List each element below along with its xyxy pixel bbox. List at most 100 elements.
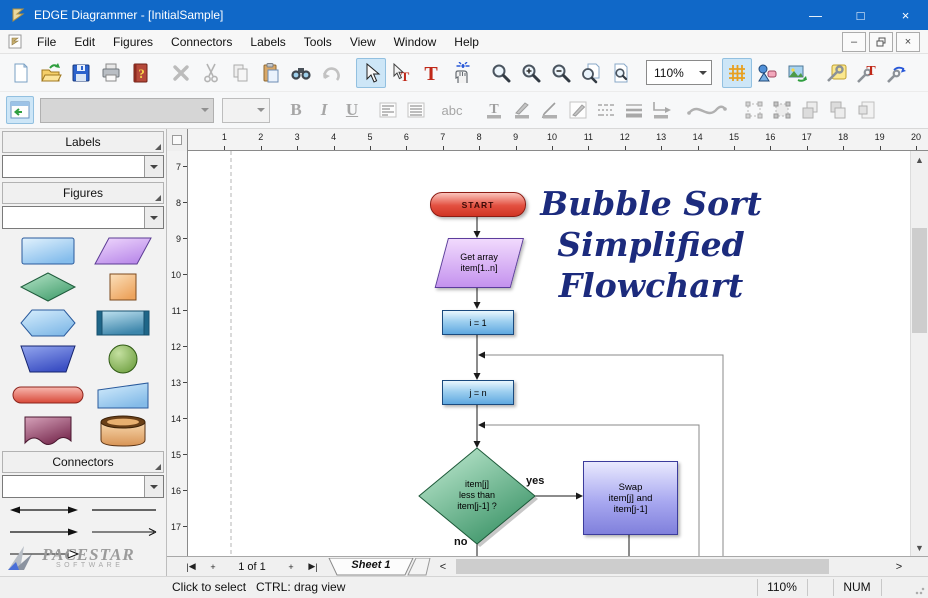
- shape-diamond[interactable]: [10, 271, 85, 303]
- menu-file[interactable]: File: [28, 31, 65, 53]
- select-text-tool-icon[interactable]: T: [386, 58, 416, 88]
- shape-document[interactable]: [10, 415, 85, 447]
- mdi-minimize-button[interactable]: –: [842, 32, 866, 52]
- text-tool-icon[interactable]: T: [416, 58, 446, 88]
- resize-grip[interactable]: [915, 585, 925, 595]
- init-i-node[interactable]: i = 1: [442, 310, 514, 335]
- ruler-left-number: 15: [167, 450, 181, 460]
- zoom-in-icon[interactable]: [516, 58, 546, 88]
- ruler-tick: [370, 146, 371, 150]
- close-button[interactable]: ×: [883, 0, 928, 30]
- zoom-out-icon[interactable]: [546, 58, 576, 88]
- labels-section-header[interactable]: Labels: [2, 131, 164, 153]
- save-icon[interactable]: [66, 58, 96, 88]
- connectors-section-header[interactable]: Connectors: [2, 451, 164, 473]
- shape-square[interactable]: [85, 271, 160, 303]
- scroll-up-icon[interactable]: ▲: [911, 151, 928, 168]
- text-style-icon[interactable]: T: [852, 58, 882, 88]
- maximize-button[interactable]: □: [838, 0, 883, 30]
- help-icon[interactable]: ?: [126, 58, 156, 88]
- menu-window[interactable]: Window: [385, 31, 446, 53]
- shape-terminator[interactable]: [10, 379, 85, 411]
- labels-combo[interactable]: [2, 155, 164, 178]
- main-area: Labels Figures: [0, 129, 928, 576]
- menu-connectors[interactable]: Connectors: [162, 31, 241, 53]
- scroll-down-icon[interactable]: ▼: [911, 539, 928, 556]
- zoom-tool-icon[interactable]: [486, 58, 516, 88]
- figures-section-header[interactable]: Figures: [2, 182, 164, 204]
- menu-labels[interactable]: Labels: [241, 31, 294, 53]
- first-page-button[interactable]: |◀: [180, 559, 202, 574]
- shape-rectangle[interactable]: [10, 235, 85, 267]
- shape-cylinder[interactable]: [85, 415, 160, 447]
- connect-tool-icon[interactable]: [446, 58, 476, 88]
- print-icon[interactable]: [96, 58, 126, 88]
- shape-trapezoid[interactable]: [10, 343, 85, 375]
- init-j-node[interactable]: j = n: [442, 380, 514, 405]
- status-numlock: NUM: [833, 580, 881, 594]
- shape-hexagon[interactable]: [10, 307, 85, 339]
- drawing-canvas[interactable]: Bubble Sort Simplified Flowchart START G…: [188, 151, 910, 556]
- hscroll-right-button[interactable]: >: [888, 559, 910, 574]
- chevron-down-icon[interactable]: [695, 71, 711, 75]
- find-icon[interactable]: [286, 58, 316, 88]
- sheet-tab[interactable]: Sheet 1: [328, 558, 432, 576]
- shape-predefined-process[interactable]: [85, 307, 160, 339]
- menu-tools[interactable]: Tools: [295, 31, 341, 53]
- connector-thin-arrow[interactable]: [92, 529, 156, 536]
- minimize-button[interactable]: —: [793, 0, 838, 30]
- horizontal-scroll-thumb[interactable]: [456, 559, 829, 574]
- get-array-node[interactable]: Get array item[1..n]: [435, 238, 524, 288]
- chevron-down-icon[interactable]: [144, 156, 163, 177]
- prev-page-button[interactable]: +: [202, 559, 224, 574]
- chevron-down-icon[interactable]: [144, 207, 163, 228]
- horizontal-scrollbar[interactable]: [454, 558, 888, 575]
- new-file-icon[interactable]: [6, 58, 36, 88]
- next-page-button[interactable]: +: [280, 559, 302, 574]
- logo-subtitle: SOFTWARE: [56, 562, 123, 569]
- document-icon[interactable]: [8, 34, 22, 49]
- ruler-left-number: 11: [167, 306, 181, 316]
- shape-parallelogram[interactable]: [85, 235, 160, 267]
- ruler-tick: [916, 146, 917, 150]
- ruler-left-number: 9: [167, 234, 181, 244]
- select-tool-icon[interactable]: [356, 58, 386, 88]
- swap-node[interactable]: Swap item[j] and item[j-1]: [583, 461, 678, 535]
- vertical-scroll-thumb[interactable]: [912, 228, 927, 333]
- shape-circle[interactable]: [85, 343, 160, 375]
- connectors-combo[interactable]: [2, 475, 164, 498]
- menu-figures[interactable]: Figures: [104, 31, 162, 53]
- shape-manual-input[interactable]: [85, 379, 160, 411]
- hscroll-left-button[interactable]: <: [432, 559, 454, 574]
- ruler-tick: [661, 146, 662, 150]
- zoom-sheet-icon[interactable]: [606, 58, 636, 88]
- ruler-tick: [479, 146, 480, 150]
- connector-solid-arrow[interactable]: [10, 529, 78, 536]
- paste-icon[interactable]: [256, 58, 286, 88]
- connector-double-arrow[interactable]: [10, 507, 78, 514]
- menu-help[interactable]: Help: [445, 31, 488, 53]
- figures-combo[interactable]: [2, 206, 164, 229]
- logo-name: PACESTAR: [42, 547, 135, 562]
- open-file-icon[interactable]: [36, 58, 66, 88]
- ruler-tick: [880, 146, 881, 150]
- figure-palette-icon[interactable]: [752, 58, 782, 88]
- connector-style-icon[interactable]: [882, 58, 912, 88]
- vertical-scrollbar[interactable]: ▲ ▼: [910, 151, 928, 556]
- pane-toggle-icon[interactable]: [6, 96, 34, 124]
- mdi-restore-button[interactable]: [869, 32, 893, 52]
- italic-button: I: [310, 96, 338, 124]
- ruler-top-number: 2: [251, 132, 271, 142]
- chevron-down-icon[interactable]: [144, 476, 163, 497]
- zoom-level-combo[interactable]: 110%: [646, 60, 712, 85]
- zoom-page-icon[interactable]: [576, 58, 606, 88]
- menu-view[interactable]: View: [341, 31, 385, 53]
- figure-style-icon[interactable]: [822, 58, 852, 88]
- last-page-button[interactable]: ▶|: [302, 559, 324, 574]
- grid-toggle-icon[interactable]: [722, 58, 752, 88]
- start-node[interactable]: START: [430, 192, 526, 217]
- insert-picture-icon[interactable]: [782, 58, 812, 88]
- menu-edit[interactable]: Edit: [65, 31, 104, 53]
- mdi-close-button[interactable]: ×: [896, 32, 920, 52]
- chevron-down-icon: [253, 108, 269, 112]
